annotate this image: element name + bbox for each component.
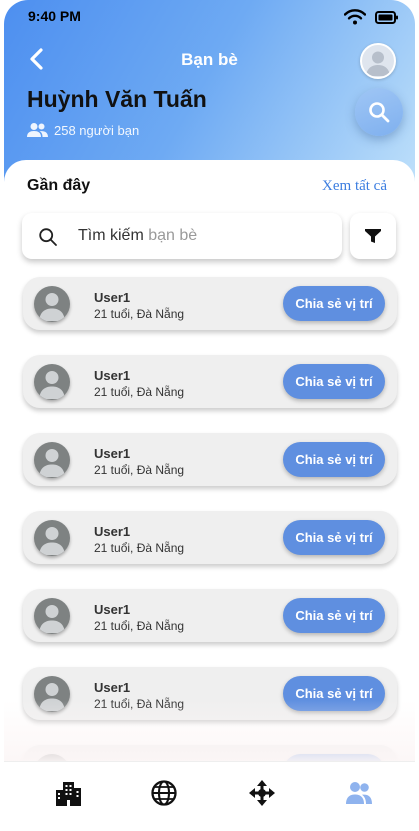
people-icon [27, 123, 48, 137]
friend-name: User1 [94, 446, 131, 461]
page-title: Bạn bè [181, 50, 238, 69]
globe-icon [151, 780, 177, 806]
move-arrows-icon [249, 780, 275, 806]
search-label: Tìm kiếm [78, 227, 144, 244]
search-placeholder: bạn bè [148, 227, 198, 244]
friend-info: 21 tuổi, Đà Nẵng [94, 619, 185, 633]
search-icon [38, 227, 58, 252]
header-search-button[interactable] [355, 88, 403, 136]
share-location-button[interactable]: Chia sẻ vị trí [283, 286, 385, 321]
friend-card[interactable]: User1 21 tuổi, Đà Nẵng Chia sẻ vị trí [23, 667, 397, 720]
friend-info: 21 tuổi, Đà Nẵng [94, 697, 185, 711]
friend-info: 21 tuổi, Đà Nẵng [94, 463, 185, 477]
share-location-button[interactable]: Chia sẻ vị trí [283, 598, 385, 633]
friends-icon [346, 782, 372, 804]
friend-name: User1 [94, 290, 131, 305]
friend-card[interactable]: User1 21 tuổi, Đà Nẵng Chia sẻ vị trí [23, 433, 397, 486]
friend-name: User1 [94, 680, 131, 695]
friend-info: 21 tuổi, Đà Nẵng [94, 541, 185, 555]
city-icon [56, 782, 81, 806]
content-panel: Gần đây Xem tất cả Tìm kiếm bạn bè User1… [4, 160, 415, 798]
user-name: Huỳnh Văn Tuấn [27, 86, 207, 112]
search-input[interactable]: Tìm kiếm bạn bè [22, 213, 342, 259]
friend-card[interactable]: User1 21 tuổi, Đà Nẵng Chia sẻ vị trí [23, 277, 397, 330]
user-icon [39, 293, 65, 321]
battery-icon [375, 11, 399, 29]
status-time: 9:40 PM [28, 8, 81, 24]
search-icon [369, 102, 390, 123]
user-icon [366, 51, 390, 76]
avatar [34, 286, 70, 322]
nav-item-friends[interactable] [344, 778, 374, 808]
friend-card[interactable]: User1 21 tuổi, Đà Nẵng Chia sẻ vị trí [23, 355, 397, 408]
phone-screen: 9:40 PM Bạn bè Huỳnh Văn Tuấn 258 người … [4, 0, 415, 827]
avatar [34, 598, 70, 634]
user-icon [39, 371, 65, 399]
friend-info: 21 tuổi, Đà Nẵng [94, 307, 185, 321]
friend-count: 258 người bạn [54, 122, 140, 138]
status-bar: 9:40 PM [4, 0, 415, 34]
recent-title: Gần đây [27, 177, 91, 194]
user-icon [39, 605, 65, 633]
profile-avatar[interactable] [360, 43, 396, 79]
avatar [34, 520, 70, 556]
friend-name: User1 [94, 368, 131, 383]
user-icon [39, 683, 65, 711]
nav-item-city[interactable] [53, 778, 83, 808]
friend-card[interactable]: User1 21 tuổi, Đà Nẵng Chia sẻ vị trí [23, 511, 397, 564]
friend-name: User1 [94, 602, 131, 617]
nav-item-move[interactable] [247, 778, 277, 808]
share-location-button[interactable]: Chia sẻ vị trí [283, 520, 385, 555]
filter-icon [365, 229, 381, 243]
friend-name: User1 [94, 524, 131, 539]
search-text: Tìm kiếm bạn bè [78, 227, 197, 245]
wifi-icon [343, 9, 367, 30]
filter-button[interactable] [350, 213, 396, 259]
share-location-button[interactable]: Chia sẻ vị trí [283, 364, 385, 399]
user-icon [39, 527, 65, 555]
friend-info: 21 tuổi, Đà Nẵng [94, 385, 185, 399]
avatar [34, 676, 70, 712]
nav-item-globe[interactable] [149, 778, 179, 808]
share-location-button[interactable]: Chia sẻ vị trí [283, 442, 385, 477]
share-location-button[interactable]: Chia sẻ vị trí [283, 676, 385, 711]
avatar [34, 442, 70, 478]
friend-card[interactable]: User1 21 tuổi, Đà Nẵng Chia sẻ vị trí [23, 589, 397, 642]
friend-count-row: 258 người bạn [27, 120, 139, 140]
avatar [34, 364, 70, 400]
see-all-link[interactable]: Xem tất cả [322, 178, 387, 195]
user-icon [39, 449, 65, 477]
bottom-nav [4, 761, 415, 827]
